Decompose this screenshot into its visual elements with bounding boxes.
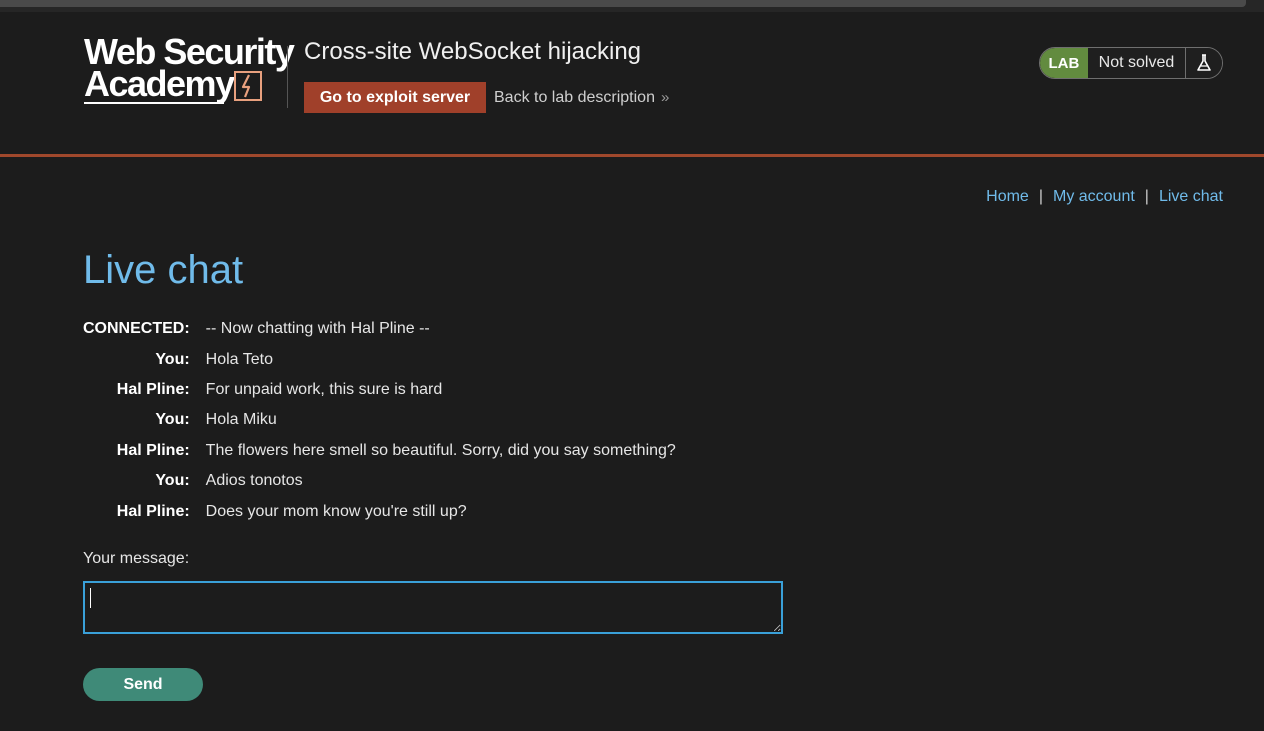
chat-row: Hal Pline: For unpaid work, this sure is… (83, 375, 676, 405)
nav-separator: | (1144, 188, 1149, 205)
chat-message: -- Now chatting with Hal Pline -- (205, 320, 430, 338)
flask-icon (1197, 54, 1211, 71)
nav-my-account-link[interactable]: My account (1053, 188, 1135, 205)
chat-message: Adios tonotos (205, 472, 303, 490)
chat-log: CONNECTED: -- Now chatting with Hal Plin… (83, 314, 676, 527)
chat-message: The flowers here smell so beautiful. Sor… (205, 441, 676, 459)
chat-sender: Hal Pline: (116, 502, 190, 520)
exploit-server-button[interactable]: Go to exploit server (304, 82, 486, 113)
nav-home-link[interactable]: Home (986, 188, 1029, 205)
back-to-description-link[interactable]: Back to lab description » (494, 89, 669, 107)
chat-message: Hola Miku (205, 411, 277, 429)
horizontal-scrollbar[interactable] (0, 0, 1246, 7)
header-accent-rule (0, 154, 1264, 157)
chat-message: Does your mom know you're still up? (205, 502, 467, 520)
chat-message: Hola Teto (205, 350, 273, 368)
web-security-academy-logo[interactable]: Web Security Academy (84, 34, 295, 106)
header-divider (287, 46, 288, 108)
chat-sender: You: (155, 472, 190, 490)
text-cursor (90, 588, 91, 608)
message-input[interactable] (83, 581, 783, 634)
status-icon-box[interactable] (1185, 48, 1222, 78)
lightning-bolt-icon (234, 71, 262, 101)
top-navigation: Home | My account | Live chat (986, 188, 1223, 206)
lab-header: Web Security Academy Cross-site WebSocke… (0, 12, 1264, 154)
back-link-label: Back to lab description (494, 89, 655, 106)
page-title: Live chat (83, 248, 244, 292)
chat-sender: Hal Pline: (116, 380, 190, 398)
logo-underline (84, 102, 224, 104)
lab-status-text: Not solved (1087, 48, 1186, 78)
browser-scroll-strip (0, 0, 1264, 12)
message-label: Your message: (83, 550, 190, 567)
chat-row: You: Hola Miku (83, 405, 676, 435)
logo-line-2: Academy (84, 63, 235, 104)
chat-row: You: Adios tonotos (83, 466, 676, 496)
send-button[interactable]: Send (83, 668, 203, 701)
chat-sender: You: (155, 350, 190, 368)
lab-status-widget: LAB Not solved (1039, 47, 1223, 79)
lab-badge: LAB (1040, 48, 1088, 78)
chat-row: Hal Pline: The flowers here smell so bea… (83, 436, 676, 466)
chat-row: CONNECTED: -- Now chatting with Hal Plin… (83, 314, 676, 344)
double-chevron-right-icon: » (660, 89, 670, 106)
chat-row: You: Hola Teto (83, 344, 676, 374)
chat-message: For unpaid work, this sure is hard (205, 380, 443, 398)
chat-sender: You: (155, 411, 190, 429)
nav-separator: | (1038, 188, 1043, 205)
chat-sender: Hal Pline: (116, 441, 190, 459)
lab-title: Cross-site WebSocket hijacking (304, 38, 642, 65)
chat-row: Hal Pline: Does your mom know you're sti… (83, 496, 676, 526)
nav-live-chat-link[interactable]: Live chat (1159, 188, 1223, 205)
chat-sender: CONNECTED: (83, 320, 190, 338)
